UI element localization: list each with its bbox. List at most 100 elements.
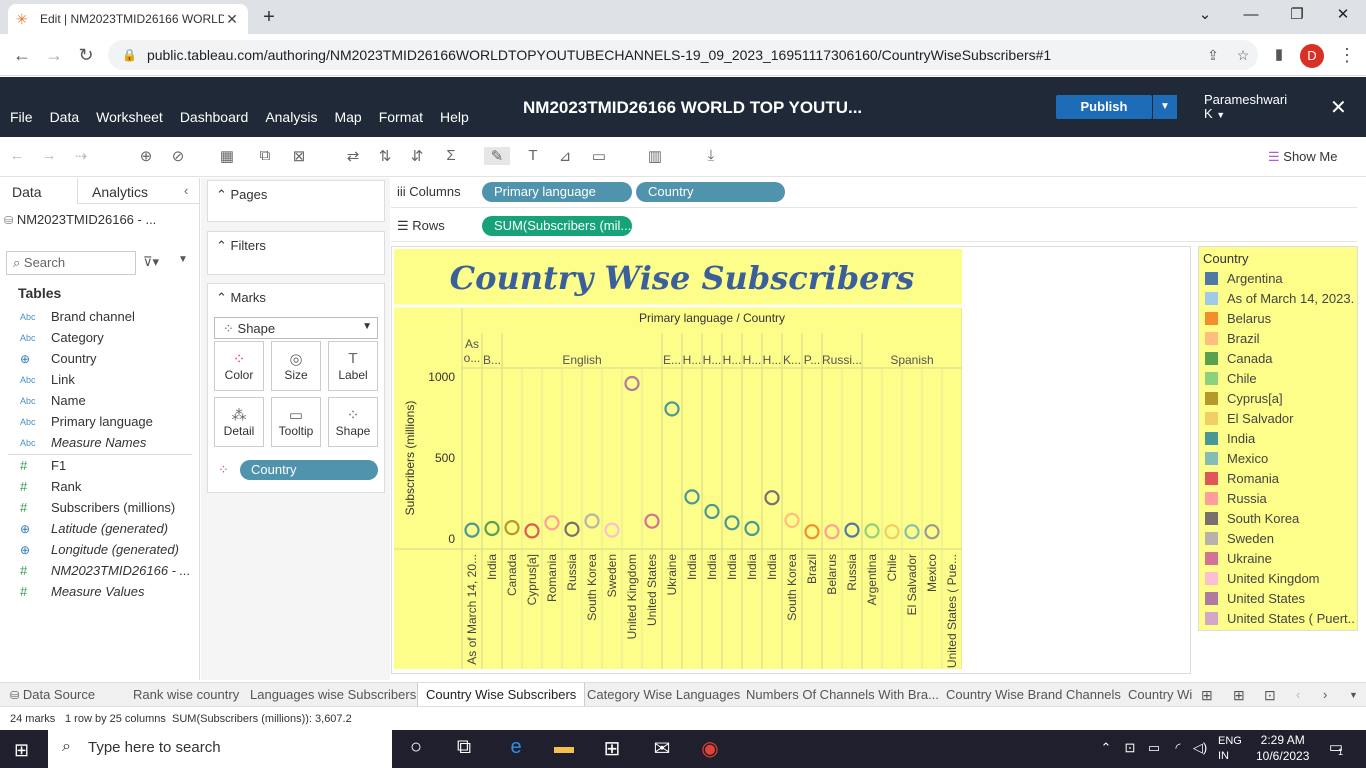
sheet-tab-data-source[interactable]: ⛁ Data Source <box>10 687 95 702</box>
user-menu[interactable]: Parameshwari K ▼ <box>1204 93 1294 122</box>
legend-item[interactable]: Canada <box>1205 348 1355 368</box>
show-me-button[interactable]: ☰ Show Me <box>1268 149 1337 165</box>
presentation-icon[interactable]: ▥ <box>642 147 668 165</box>
menu-dashboard[interactable]: Dashboard <box>180 109 249 125</box>
columns-pill-primary-language[interactable]: Primary language <box>482 182 632 202</box>
field-item[interactable]: # Rank <box>20 476 81 497</box>
tabs-menu-icon[interactable]: ▼ <box>1349 690 1358 700</box>
browser-menu-icon[interactable]: ⋮ <box>1334 42 1360 68</box>
legend-item[interactable]: Sweden <box>1205 528 1355 548</box>
swap-icon[interactable]: ⇄ <box>340 147 366 165</box>
legend-item[interactable]: As of March 14, 2023... <box>1205 288 1355 308</box>
legend-item[interactable]: Mexico <box>1205 448 1355 468</box>
field-item[interactable]: Abc Brand channel <box>20 306 135 327</box>
new-datasource-icon[interactable]: ⊕ <box>133 147 159 165</box>
field-item[interactable]: # F1 <box>20 455 66 476</box>
field-item[interactable]: # Measure Values <box>20 581 144 602</box>
share-icon[interactable]: ⇪ <box>1198 47 1228 64</box>
labels-icon[interactable]: T <box>520 147 546 164</box>
tab-analytics[interactable]: Analytics <box>92 184 148 200</box>
reload-icon[interactable]: ↻ <box>73 42 99 68</box>
task-view-icon[interactable]: ⧉ <box>444 736 484 759</box>
new-tab-icon[interactable]: + <box>258 6 280 28</box>
highlight-icon[interactable]: ✎ <box>484 147 510 165</box>
field-item[interactable]: # Subscribers (millions) <box>20 497 175 518</box>
legend-item[interactable]: South Korea <box>1205 508 1355 528</box>
tab-data[interactable]: Data <box>0 178 78 204</box>
new-worksheet-icon[interactable]: ⊞ <box>1201 687 1213 704</box>
shape-button[interactable]: ⁘ Shape <box>328 397 378 447</box>
field-item[interactable]: ⊕ Latitude (generated) <box>20 518 168 539</box>
filter-fields-icon[interactable]: ⊽▾ <box>143 254 159 270</box>
new-story-icon[interactable]: ⊡ <box>1264 687 1276 704</box>
browser-tab[interactable]: ✳ Edit | NM2023TMID26166 WORLD ✕ <box>8 4 248 34</box>
menu-worksheet[interactable]: Worksheet <box>96 109 163 125</box>
legend-item[interactable]: United States <box>1205 588 1355 608</box>
format-icon[interactable]: ⊿ <box>552 147 578 165</box>
legend-item[interactable]: Cyprus[a] <box>1205 388 1355 408</box>
detail-button[interactable]: ⁂ Detail <box>214 397 264 447</box>
new-worksheet-icon[interactable]: ▦ <box>214 147 240 165</box>
scroll-left-icon[interactable]: ‹ <box>1296 687 1300 702</box>
legend-item[interactable]: India <box>1205 428 1355 448</box>
menu-file[interactable]: File <box>10 109 33 125</box>
columns-pill-country[interactable]: Country <box>636 182 785 202</box>
legend-item[interactable]: Chile <box>1205 368 1355 388</box>
chrome-icon[interactable]: ◉ <box>690 736 730 761</box>
sort-ascending-icon[interactable]: ⇅ <box>372 147 398 165</box>
mark-type-select[interactable]: ⁘ Shape ▼ <box>214 317 378 339</box>
volume-icon[interactable]: ◁) <box>1180 740 1220 756</box>
tab-search-icon[interactable]: ⌄ <box>1190 4 1220 26</box>
rows-pill-subscribers[interactable]: SUM(Subscribers (mil... <box>482 216 632 236</box>
field-item[interactable]: Abc Measure Names <box>20 432 146 453</box>
profile-avatar[interactable]: D <box>1300 44 1324 68</box>
data-pane-menu-icon[interactable]: ▼ <box>178 254 188 265</box>
field-item[interactable]: ⊕ Longitude (generated) <box>20 539 179 560</box>
field-item[interactable]: Abc Link <box>20 369 75 390</box>
color-button[interactable]: ⁘ Color <box>214 341 264 391</box>
fit-icon[interactable]: ▭ <box>586 147 612 165</box>
legend-item[interactable]: United Kingdom <box>1205 568 1355 588</box>
clock[interactable]: 2:29 AM 10/6/2023 <box>1256 732 1309 764</box>
pages-card[interactable]: ⌃ Pages <box>207 180 385 222</box>
minimize-icon[interactable]: — <box>1236 4 1266 26</box>
publish-dropdown-icon[interactable]: ▼ <box>1153 95 1177 119</box>
legend-item[interactable]: Ukraine <box>1205 548 1355 568</box>
search-input[interactable]: ⌕ Search <box>6 251 136 275</box>
legend-item[interactable]: Argentina <box>1205 268 1355 288</box>
label-button[interactable]: T Label <box>328 341 378 391</box>
legend-item[interactable]: United States ( Puert... <box>1205 608 1355 628</box>
forward-icon[interactable]: → <box>41 42 67 68</box>
menu-analysis[interactable]: Analysis <box>265 109 317 125</box>
legend-item[interactable]: Russia <box>1205 488 1355 508</box>
sheet-tab[interactable]: Languages wise Subscribers <box>250 687 416 702</box>
back-icon[interactable]: ← <box>9 42 35 68</box>
sheet-tab[interactable]: Rank wise country <box>133 687 239 702</box>
sheet-tab[interactable]: Category Wise Languages <box>587 687 740 702</box>
publish-button[interactable]: Publish <box>1056 95 1152 119</box>
redo-icon[interactable]: → <box>36 147 62 164</box>
restore-icon[interactable]: ❐ <box>1282 4 1312 26</box>
menu-help[interactable]: Help <box>440 109 469 125</box>
legend-item[interactable]: El Salvador <box>1205 408 1355 428</box>
scroll-right-icon[interactable]: › <box>1323 687 1327 702</box>
filters-card[interactable]: ⌃ Filters <box>207 231 385 275</box>
datasource-item[interactable]: ⛁ NM2023TMID26166 - ... <box>4 212 156 227</box>
sheet-tab-active[interactable]: Country Wise Subscribers <box>417 683 586 707</box>
duplicate-sheet-icon[interactable]: ⧉ <box>252 147 278 164</box>
undo-icon[interactable]: ← <box>4 147 30 164</box>
close-editor-icon[interactable]: ✕ <box>1330 95 1347 120</box>
clear-sheet-icon[interactable]: ⊠ <box>286 147 312 165</box>
notifications-icon[interactable]: ▭ 1 <box>1316 738 1356 757</box>
download-icon[interactable]: ⤓ <box>698 147 724 164</box>
sheet-tab[interactable]: Country Wise Brand Channels <box>946 687 1121 702</box>
field-item[interactable]: Abc Primary language <box>20 411 153 432</box>
sort-descending-icon[interactable]: ⇵ <box>404 147 430 165</box>
mail-icon[interactable]: ✉ <box>642 736 682 761</box>
bookmark-star-icon[interactable]: ☆ <box>1228 47 1258 64</box>
replay-icon[interactable]: ⇢ <box>68 147 94 165</box>
windows-start-icon[interactable]: ⊞ <box>14 740 29 761</box>
field-item[interactable]: ⊕ Country <box>20 348 97 369</box>
size-button[interactable]: ◎ Size <box>271 341 321 391</box>
store-icon[interactable]: ⊞ <box>592 736 632 761</box>
